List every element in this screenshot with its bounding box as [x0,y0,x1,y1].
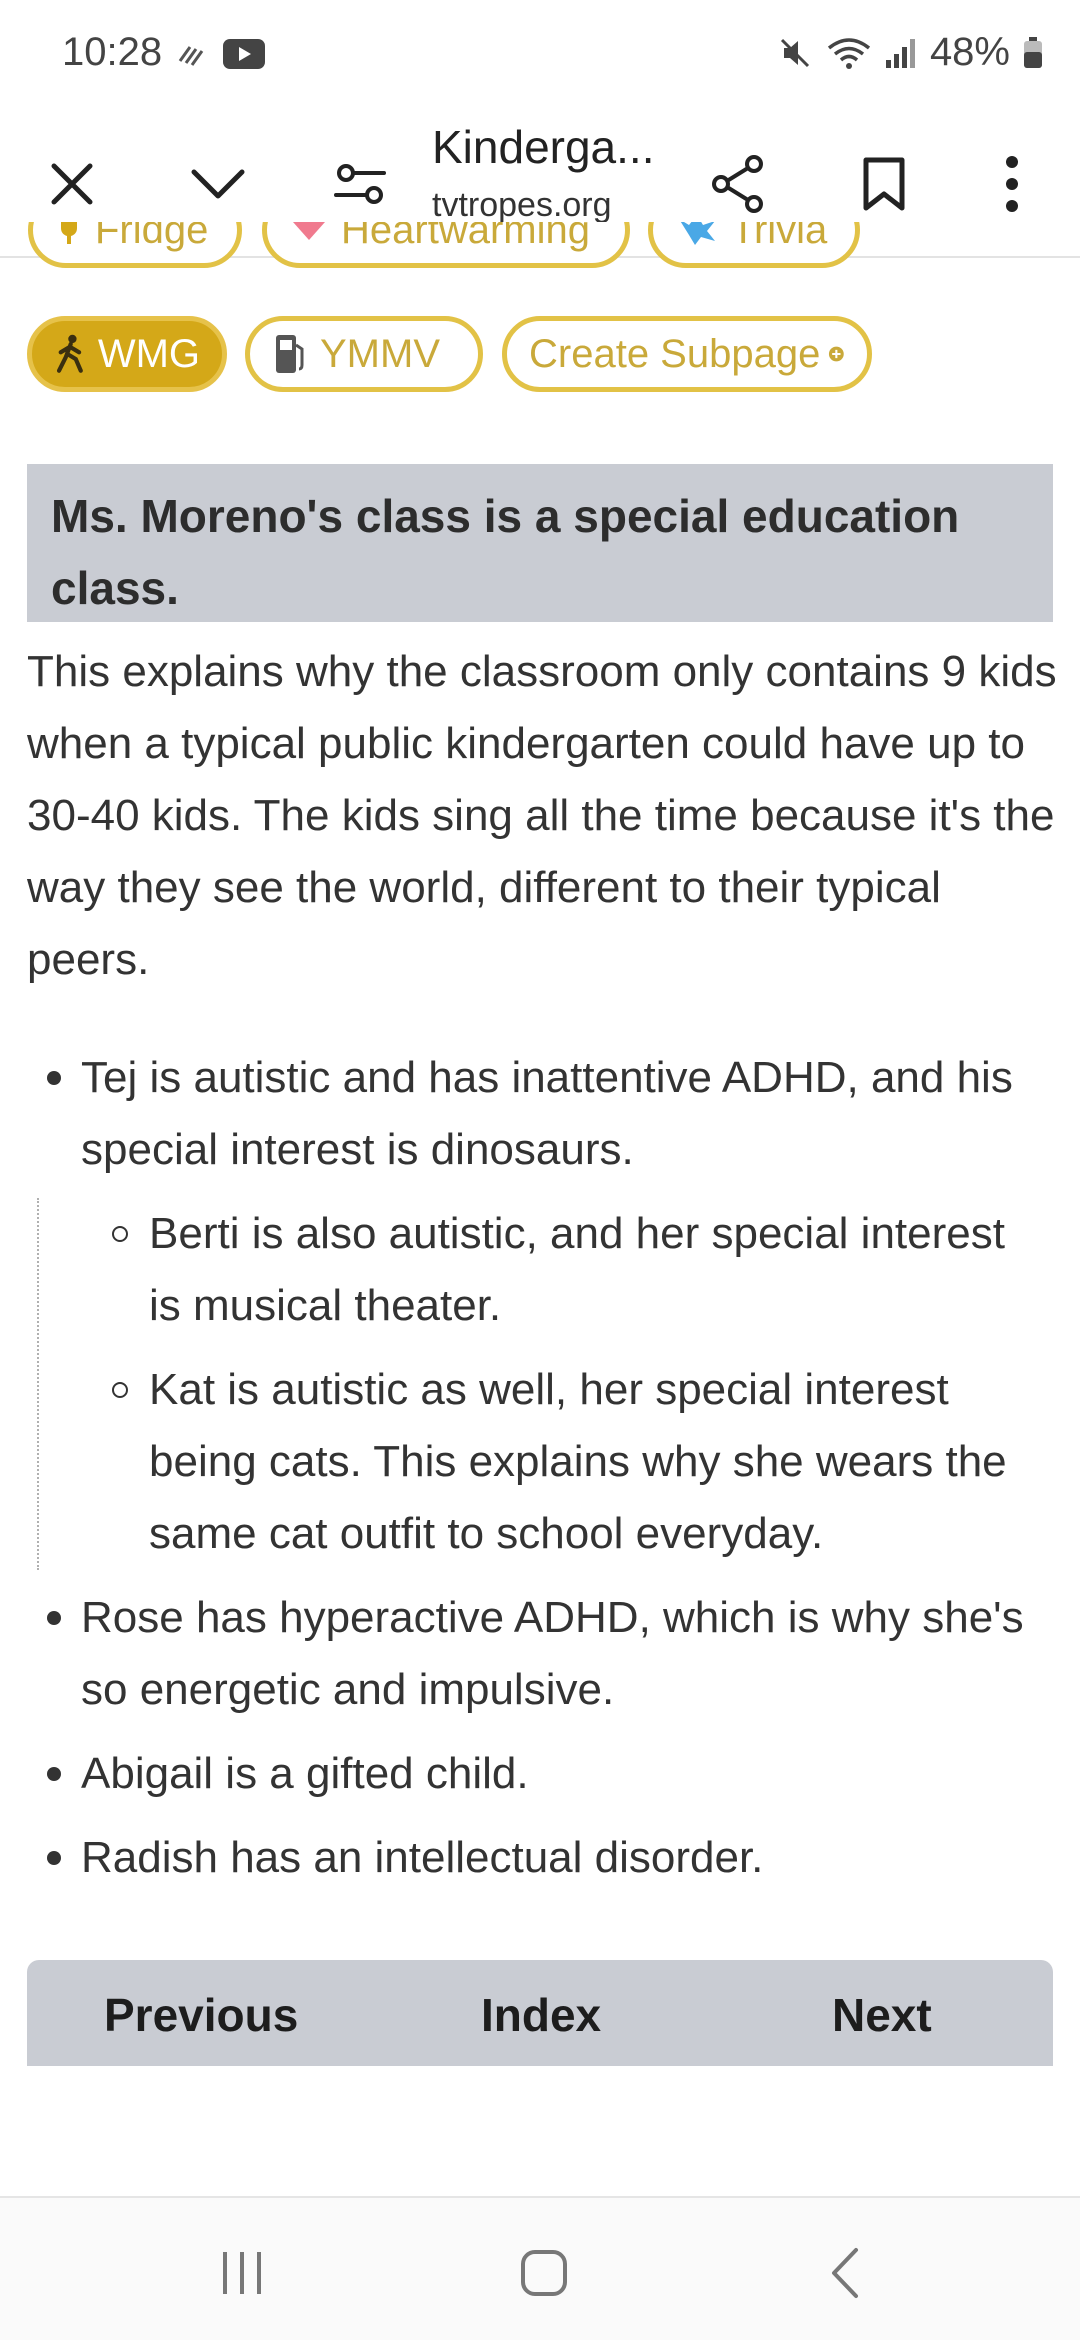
star-burst-icon [680,222,715,245]
list-item: Radish has an intellectual disorder. [81,1833,764,1882]
bullet-dot [47,1611,61,1625]
home-button[interactable] [494,2238,594,2308]
youtube-icon [223,39,265,69]
pill-fridge[interactable]: Fridge [28,222,242,268]
wifi-icon [827,37,871,69]
list-item: Tej is autistic and has inattentive ADHD… [81,1053,1013,1174]
page-domain[interactable]: tvtropes.org [432,186,612,225]
pill-wmg[interactable]: WMG [27,316,227,392]
bookmark-icon [863,157,905,211]
status-time: 10:28 [62,30,163,74]
recent-apps-button[interactable] [192,2238,292,2308]
data-sync-icon [178,46,204,66]
list-item: Berti is also autistic, and her special … [149,1209,1005,1330]
entry-paragraph: This explains why the classroom only con… [27,647,1057,984]
wmg-entry-heading: Ms. Moreno's class is a special educatio… [27,464,1053,622]
close-button[interactable] [30,142,114,226]
signal-icon [885,38,915,68]
status-bar: 10:28 48% [0,0,1080,112]
plus-circle-icon [829,346,845,362]
walking-figure-icon [56,334,83,373]
bullet-circle [112,1226,128,1242]
bullet-dot [47,1851,61,1865]
back-icon [832,2248,858,2298]
pill-ymmv[interactable]: YMMV [245,316,483,392]
index-link[interactable]: Index [481,1988,601,2042]
pill-heartwarming[interactable]: Heartwarming [262,222,630,268]
more-options-button[interactable] [970,142,1054,226]
create-subpage-button[interactable]: Create Subpage [502,316,872,392]
battery-icon [1024,36,1042,68]
page-navigation: Previous Index Next [27,1960,1053,2066]
nested-list-guide [37,1198,39,1570]
share-icon [712,155,763,213]
list-item: Abigail is a gifted child. [81,1749,529,1798]
bullet-circle [112,1382,128,1398]
share-button[interactable] [696,142,780,226]
minimize-button[interactable] [176,142,260,226]
previous-link[interactable]: Previous [104,1988,298,2042]
battery-percent: 48% [929,30,1010,74]
mute-icon [780,38,809,67]
home-icon [521,2250,567,2296]
fuel-pump-icon [276,335,304,373]
bullet-dot [47,1767,61,1781]
status-left-icons [176,38,266,70]
recent-apps-icon [223,2252,261,2294]
page-title[interactable]: Kinderga... [432,120,654,174]
site-settings-button[interactable] [318,142,402,226]
list-item: Kat is autistic as well, her special int… [149,1365,1007,1558]
bullet-dot [47,1071,61,1085]
bookmark-button[interactable] [842,142,926,226]
list-item: Rose has hyperactive ADHD, which is why … [81,1593,1024,1714]
pill-trivia[interactable]: Trivia [648,222,860,268]
system-nav-bar [0,2196,1080,2340]
heading-text: Ms. Moreno's class is a special educatio… [51,490,960,614]
lightbulb-icon [61,222,77,244]
tune-icon [334,164,386,204]
close-icon [51,163,93,205]
heart-icon [293,222,325,240]
more-vert-icon [1006,156,1018,212]
pill-row-partial: Fridge Heartwarming Trivia [0,222,1080,296]
chevron-down-icon [191,169,245,199]
status-right: 48% [778,30,1044,75]
next-link[interactable]: Next [832,1988,932,2042]
back-button[interactable] [796,2238,896,2308]
